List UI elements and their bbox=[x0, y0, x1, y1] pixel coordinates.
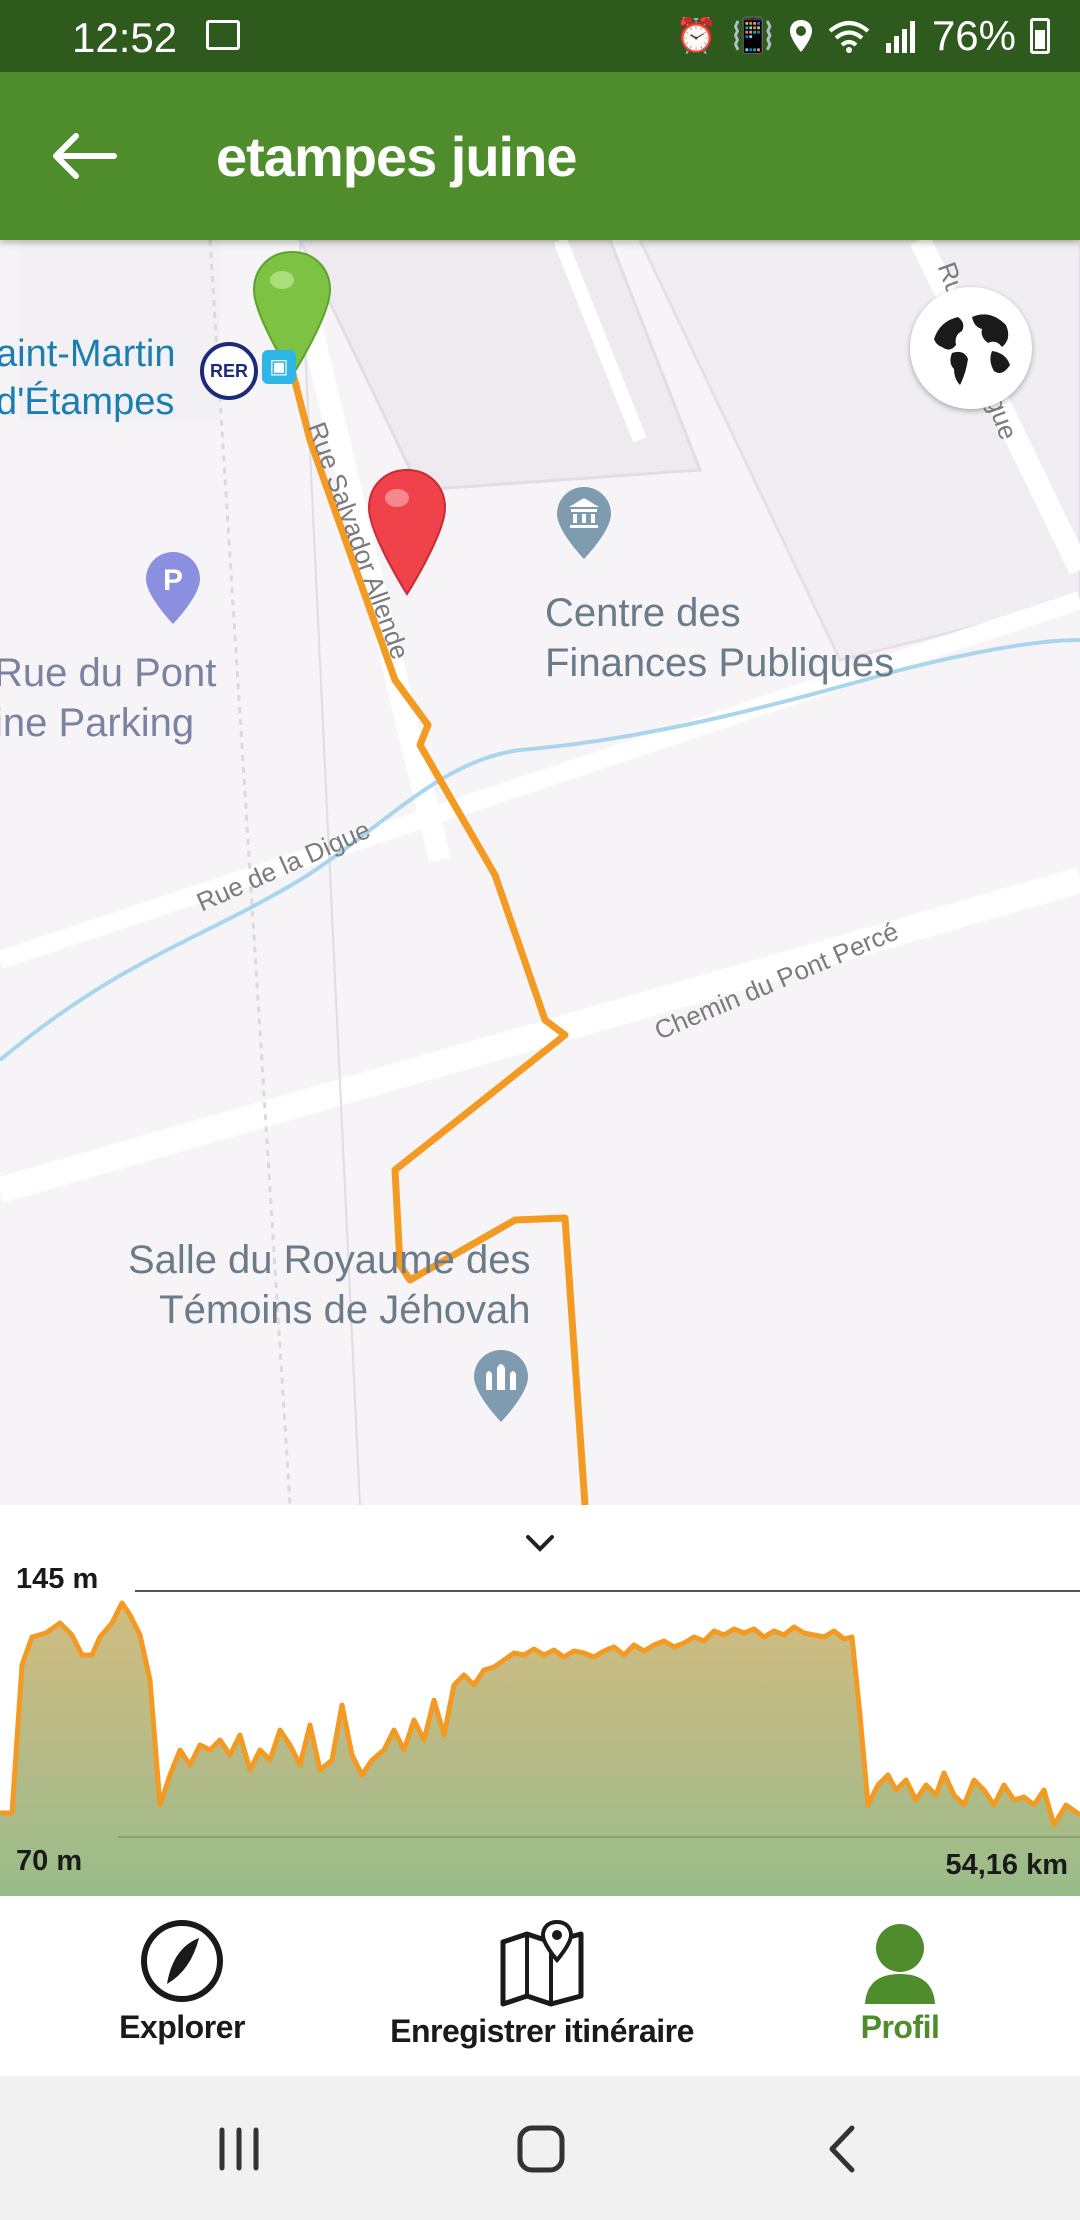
nav-record-route[interactable]: Enregistrer itinéraire bbox=[352, 1918, 732, 2050]
back-button[interactable] bbox=[44, 124, 124, 188]
bank-icon[interactable] bbox=[555, 485, 613, 561]
battery-percent: 76% bbox=[931, 12, 1016, 59]
bus-icon: ▣ bbox=[262, 350, 296, 384]
elevation-profile bbox=[0, 1590, 1080, 1896]
church-icon[interactable] bbox=[472, 1348, 530, 1424]
arrow-left-icon bbox=[53, 133, 117, 179]
finances-label: Centre des Finances Publiques bbox=[545, 591, 895, 685]
parking-icon[interactable]: P bbox=[144, 550, 202, 626]
wifi-icon bbox=[828, 21, 870, 53]
compass-icon bbox=[141, 1920, 223, 2002]
page-title: etampes juine bbox=[216, 125, 577, 188]
elevation-panel: 145 m 70 m 54,16 km bbox=[0, 1505, 1080, 1896]
nav-label-record: Enregistrer itinéraire bbox=[390, 2013, 694, 2049]
nav-profile[interactable]: Profil bbox=[800, 1918, 1000, 2046]
map-pin-icon bbox=[500, 1919, 584, 2007]
rer-badge: RER bbox=[200, 342, 258, 400]
parking-label: Rue du Pont ine Parking bbox=[0, 651, 217, 745]
station-label: aint-Martin d'Étampes bbox=[0, 333, 176, 423]
location-icon bbox=[789, 20, 812, 52]
recents-icon[interactable] bbox=[214, 2126, 264, 2172]
bottom-navigation: Explorer Enregistrer itinéraire Profil bbox=[0, 1896, 1080, 2076]
nav-label-explorer: Explorer bbox=[119, 2009, 245, 2045]
gallery-icon bbox=[206, 20, 240, 50]
svg-text:P: P bbox=[163, 564, 183, 597]
nav-explorer[interactable]: Explorer bbox=[82, 1918, 282, 2046]
nav-label-profile: Profil bbox=[860, 2009, 940, 2045]
vibrate-icon: 📳 bbox=[731, 17, 774, 55]
map-view[interactable]: RER ▣ aint-Martin d'Étampes P Rue du Pon… bbox=[0, 240, 1080, 1505]
hall-label: Salle du Royaume des Témoins de Jéhovah bbox=[128, 1238, 531, 1332]
app-bar: etampes juine bbox=[0, 72, 1080, 240]
elevation-max-label: 145 m bbox=[16, 1563, 99, 1595]
back-icon[interactable] bbox=[822, 2124, 862, 2174]
elevation-min-label: 70 m bbox=[16, 1845, 83, 1877]
system-navigation-bar bbox=[0, 2076, 1080, 2220]
map-type-button[interactable] bbox=[910, 287, 1032, 409]
battery-icon bbox=[1030, 18, 1050, 54]
signal-icon bbox=[885, 21, 915, 53]
globe-icon bbox=[921, 298, 1021, 398]
status-bar: 12:52 ⏰ 📳 76% bbox=[0, 0, 1080, 72]
profile-icon bbox=[865, 1924, 935, 2004]
home-icon[interactable] bbox=[516, 2124, 566, 2174]
distance-label: 54,16 km bbox=[945, 1849, 1068, 1881]
status-time: 12:52 bbox=[72, 14, 178, 61]
alarm-icon: ⏰ bbox=[675, 17, 718, 55]
